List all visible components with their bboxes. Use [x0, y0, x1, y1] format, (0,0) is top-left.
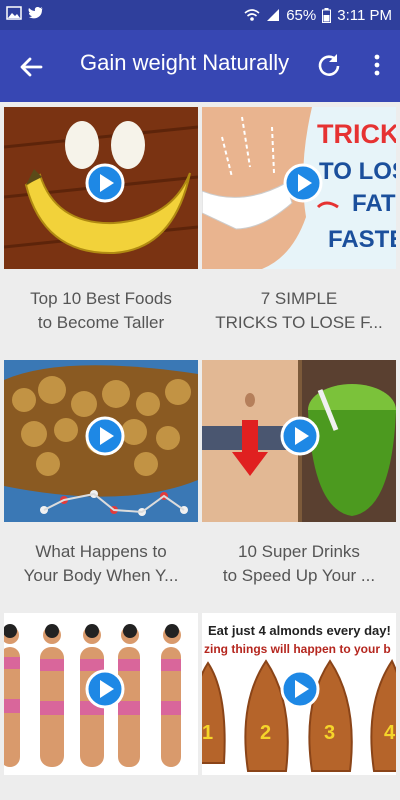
video-thumbnail[interactable]: TRICKS TO LOSE FAT FASTER: [202, 107, 396, 269]
video-title-line2: Your Body When Y...: [23, 566, 179, 585]
video-title[interactable]: What Happens to Your Body When Y...: [4, 540, 198, 588]
play-icon[interactable]: [280, 416, 320, 456]
battery-icon: [322, 7, 332, 23]
app-bar: Gain weight Naturally: [0, 30, 400, 102]
wifi-icon: [244, 9, 260, 21]
play-icon[interactable]: [280, 669, 320, 709]
video-title[interactable]: 7 SIMPLE TRICKS TO LOSE F...: [202, 287, 396, 335]
video-title-line1: What Happens to: [35, 542, 167, 561]
thumb-text-almonds-header: Eat just 4 almonds every day!: [208, 623, 391, 638]
play-icon[interactable]: [85, 669, 125, 709]
play-icon[interactable]: [283, 163, 323, 203]
thumb-text-fat: FAT: [352, 190, 396, 217]
video-title-line2: TRICKS TO LOSE F...: [215, 313, 383, 332]
signal-icon: [267, 9, 280, 21]
video-title-line1: 10 Super Drinks: [238, 542, 360, 561]
thumb-text-almonds-sub: zing things will happen to your b: [204, 642, 391, 656]
battery-percent: 65%: [286, 6, 317, 24]
thumb-text-faster: FASTER: [328, 226, 396, 253]
video-grid: Top 10 Best Foods to Become Taller TRICK…: [0, 104, 400, 800]
video-title[interactable]: 10 Super Drinks to Speed Up Your ...: [202, 540, 396, 588]
thumb-text-to-lose: TO LOSE: [319, 158, 396, 185]
video-thumbnail[interactable]: [4, 613, 198, 775]
almond-number-2: 2: [260, 722, 271, 744]
play-icon[interactable]: [85, 163, 125, 203]
refresh-icon[interactable]: [314, 50, 344, 80]
video-thumbnail[interactable]: [202, 360, 396, 522]
video-title-line1: Top 10 Best Foods: [30, 289, 172, 308]
page-title: Gain weight Naturally: [80, 50, 290, 75]
video-title-line1: 7 SIMPLE: [260, 289, 338, 308]
video-title[interactable]: Top 10 Best Foods to Become Taller: [4, 287, 198, 335]
thumb-text-tricks: TRICKS: [317, 119, 396, 149]
twitter-icon: [28, 7, 43, 19]
video-title-line2: to Become Taller: [37, 313, 165, 332]
video-thumbnail[interactable]: [4, 107, 198, 269]
almond-number-3: 3: [324, 722, 335, 744]
status-bar: 65% 3:11 PM: [0, 0, 400, 30]
video-thumbnail[interactable]: [4, 360, 198, 522]
more-vert-icon[interactable]: [362, 50, 392, 80]
clock: 3:11 PM: [337, 6, 392, 24]
video-thumbnail[interactable]: Eat just 4 almonds every day! zing thing…: [202, 613, 396, 775]
almond-number-1: 1: [202, 722, 213, 744]
gallery-icon: [6, 6, 22, 20]
play-icon[interactable]: [85, 416, 125, 456]
almond-number-4: 4: [384, 722, 396, 744]
back-arrow-icon[interactable]: [16, 52, 46, 82]
video-title-line2: to Speed Up Your ...: [222, 566, 376, 585]
